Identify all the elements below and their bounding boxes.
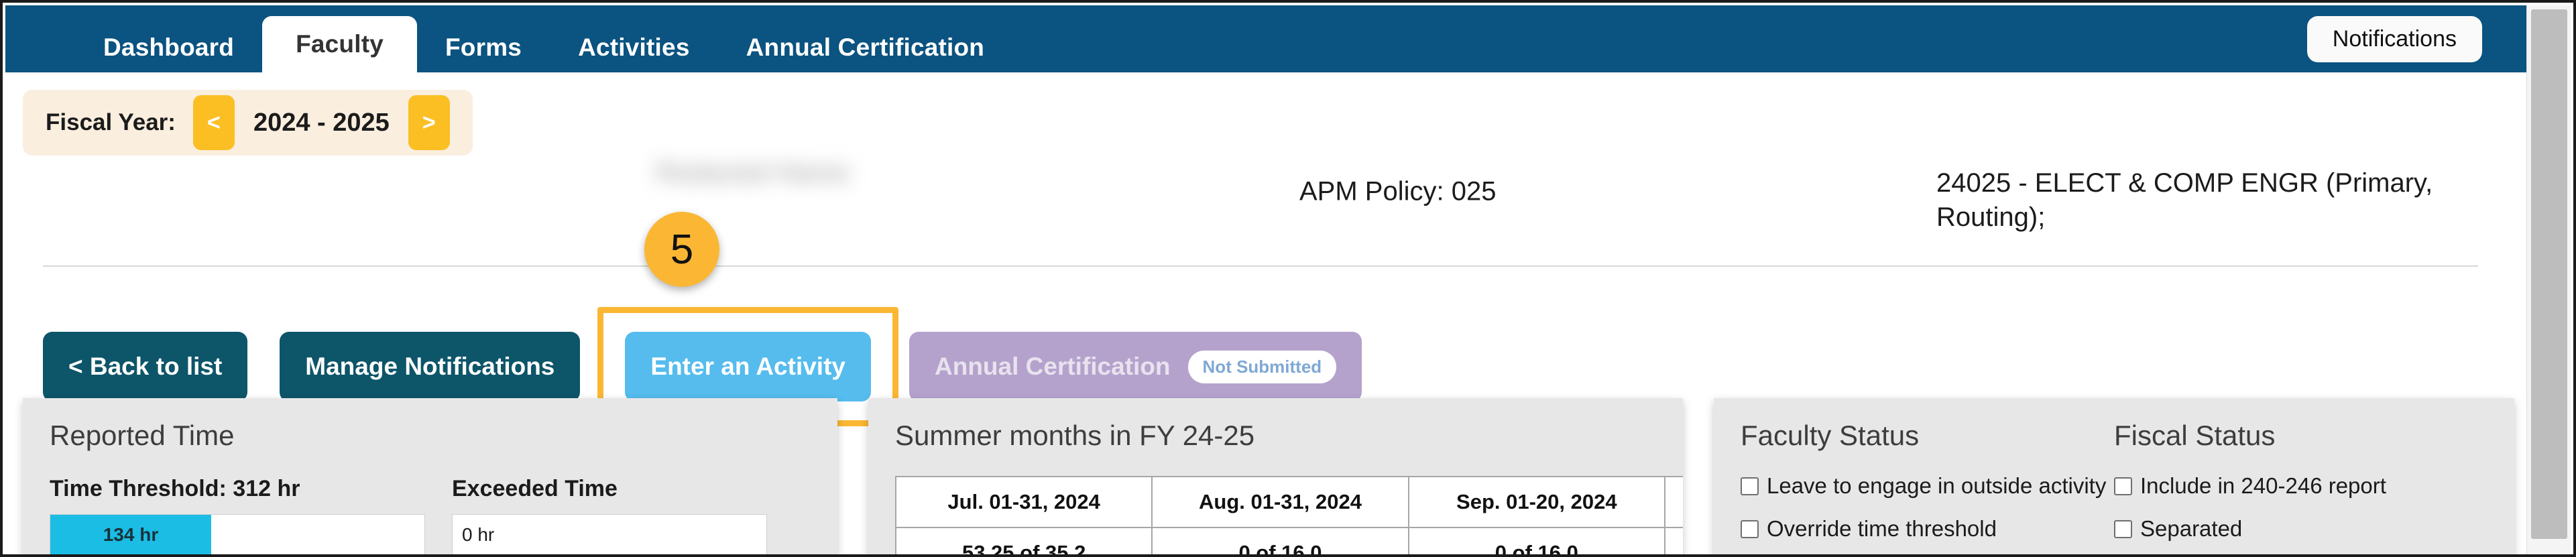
vertical-scrollbar-thumb[interactable] — [2531, 9, 2567, 539]
header-divider — [43, 265, 2478, 267]
time-threshold-progress-bar: 134 hr — [50, 514, 425, 554]
step-callout-badge: 5 — [644, 212, 719, 287]
notifications-button[interactable]: Notifications — [2306, 16, 2482, 62]
summer-months-title: Summer months in FY 24-25 — [895, 420, 1255, 451]
faculty-header-row: Fiscal Year: < 2024 - 2025 > Redacted Na… — [5, 72, 2532, 267]
fiscal-year-next-button[interactable]: > — [408, 95, 450, 150]
exceeded-time-column: Exceeded Time 0 hr — [452, 476, 774, 554]
checkbox-label-separated: Separated — [2140, 516, 2243, 541]
annual-certification-button[interactable]: Annual Certification Not Submitted — [909, 332, 1362, 401]
time-threshold-column: Time Threshold: 312 hr 134 hr — [50, 476, 438, 554]
checkbox-label-leave-outside-activity: Leave to engage in outside activity — [1767, 473, 2107, 498]
back-to-list-button[interactable]: < Back to list — [43, 332, 248, 401]
tab-forms[interactable]: Forms — [417, 23, 550, 72]
reported-time-card: Reported Time Time Threshold: 312 hr 134… — [23, 398, 837, 554]
tab-dashboard[interactable]: Dashboard — [75, 23, 262, 72]
tab-faculty[interactable]: Faculty — [262, 16, 417, 72]
fiscal-year-selector: Fiscal Year: < 2024 - 2025 > — [23, 90, 473, 156]
tab-activities-label: Activities — [578, 34, 690, 61]
checkbox-row-include-240-246-report[interactable]: Include in 240-246 report — [2114, 473, 2487, 499]
time-threshold-label: Time Threshold: 312 hr — [50, 476, 300, 501]
summer-month-header-jul: Jul. 01-31, 2024 — [894, 476, 1153, 528]
annual-certification-status-badge: Not Submitted — [1187, 350, 1337, 383]
fiscal-year-prev-button[interactable]: < — [192, 95, 235, 150]
checkbox-leave-outside-activity[interactable] — [1741, 477, 1759, 495]
time-threshold-progress-fill: 134 hr — [50, 515, 211, 554]
enter-an-activity-button[interactable]: Enter an Activity — [625, 332, 871, 401]
summer-month-value-overflow — [1664, 527, 1683, 554]
summer-month-value-jul: 53.25 of 35.2 — [894, 527, 1153, 554]
fiscal-year-value: 2024 - 2025 — [253, 108, 390, 137]
summer-month-header-sep: Sep. 01-20, 2024 — [1407, 476, 1666, 528]
page-content: Fiscal Year: < 2024 - 2025 > Redacted Na… — [5, 72, 2532, 554]
apm-policy-text: APM Policy: 025 — [1299, 176, 1497, 206]
checkbox-row-leave-outside-activity[interactable]: Leave to engage in outside activity — [1741, 473, 2114, 499]
nav-tab-list: Dashboard Faculty Forms Activities Annua… — [75, 5, 1012, 72]
summer-months-table-head: Jul. 01-31, 2024 Aug. 01-31, 2024 Sep. 0… — [894, 476, 1683, 528]
summer-months-table: Jul. 01-31, 2024 Aug. 01-31, 2024 Sep. 0… — [894, 476, 1683, 554]
summer-month-header-overflow — [1664, 476, 1683, 528]
checkbox-separated[interactable] — [2114, 519, 2132, 538]
manage-notifications-button[interactable]: Manage Notifications — [280, 332, 581, 401]
fiscal-status-title: Fiscal Status — [2114, 420, 2276, 451]
summer-months-table-body: 53.25 of 35.2 0 of 16.0 0 of 16.0 — [894, 527, 1683, 554]
vertical-scrollbar[interactable] — [2526, 5, 2571, 554]
summer-months-card: Summer months in FY 24-25 Jul. 01-31, 20… — [868, 398, 1683, 554]
main-navigation-bar: Dashboard Faculty Forms Activities Annua… — [5, 5, 2532, 72]
fiscal-year-label: Fiscal Year: — [46, 109, 176, 135]
status-card: Faculty Status Leave to engage in outsid… — [1714, 398, 2514, 554]
summary-cards-row: Reported Time Time Threshold: 312 hr 134… — [23, 398, 2514, 554]
checkbox-include-240-246-report[interactable] — [2114, 477, 2132, 495]
table-header-row: Jul. 01-31, 2024 Aug. 01-31, 2024 Sep. 0… — [894, 476, 1683, 528]
browser-window: Dashboard Faculty Forms Activities Annua… — [0, 0, 2576, 557]
checkbox-row-separated[interactable]: Separated — [2114, 516, 2487, 542]
summer-month-value-sep: 0 of 16.0 — [1407, 527, 1666, 554]
checkbox-row-override-time-threshold[interactable]: Override time threshold — [1741, 516, 2114, 542]
faculty-name-redacted: Redacted Name — [656, 158, 850, 188]
summer-month-header-aug: Aug. 01-31, 2024 — [1151, 476, 1409, 528]
status-columns: Faculty Status Leave to engage in outsid… — [1741, 420, 2487, 554]
checkbox-override-time-threshold[interactable] — [1741, 519, 1759, 538]
summer-month-value-aug: 0 of 16.0 — [1151, 527, 1409, 554]
tab-faculty-label: Faculty — [296, 30, 384, 58]
reported-time-columns: Time Threshold: 312 hr 134 hr Exceeded T… — [50, 476, 811, 554]
exceeded-time-value: 0 hr — [452, 514, 767, 554]
checkbox-label-include-240-246-report: Include in 240-246 report — [2140, 473, 2386, 498]
exceeded-time-label: Exceeded Time — [452, 476, 618, 501]
table-row: 53.25 of 35.2 0 of 16.0 0 of 16.0 — [894, 527, 1683, 554]
department-info: 24025 - ELECT & COMP ENGR (Primary, Rout… — [1936, 168, 2433, 233]
tab-annual-certification[interactable]: Annual Certification — [718, 23, 1013, 72]
page-viewport: Dashboard Faculty Forms Activities Annua… — [5, 5, 2532, 554]
faculty-status-column: Faculty Status Leave to engage in outsid… — [1741, 420, 2114, 554]
tab-forms-label: Forms — [445, 34, 522, 61]
fiscal-status-column: Fiscal Status Include in 240-246 report … — [2114, 420, 2487, 554]
reported-time-title: Reported Time — [50, 420, 235, 451]
tab-annual-certification-label: Annual Certification — [746, 34, 985, 61]
tab-dashboard-label: Dashboard — [103, 34, 235, 61]
checkbox-label-override-time-threshold: Override time threshold — [1767, 516, 1997, 541]
tab-activities[interactable]: Activities — [550, 23, 718, 72]
faculty-status-title: Faculty Status — [1741, 420, 1920, 451]
annual-certification-label: Annual Certification — [935, 353, 1171, 380]
